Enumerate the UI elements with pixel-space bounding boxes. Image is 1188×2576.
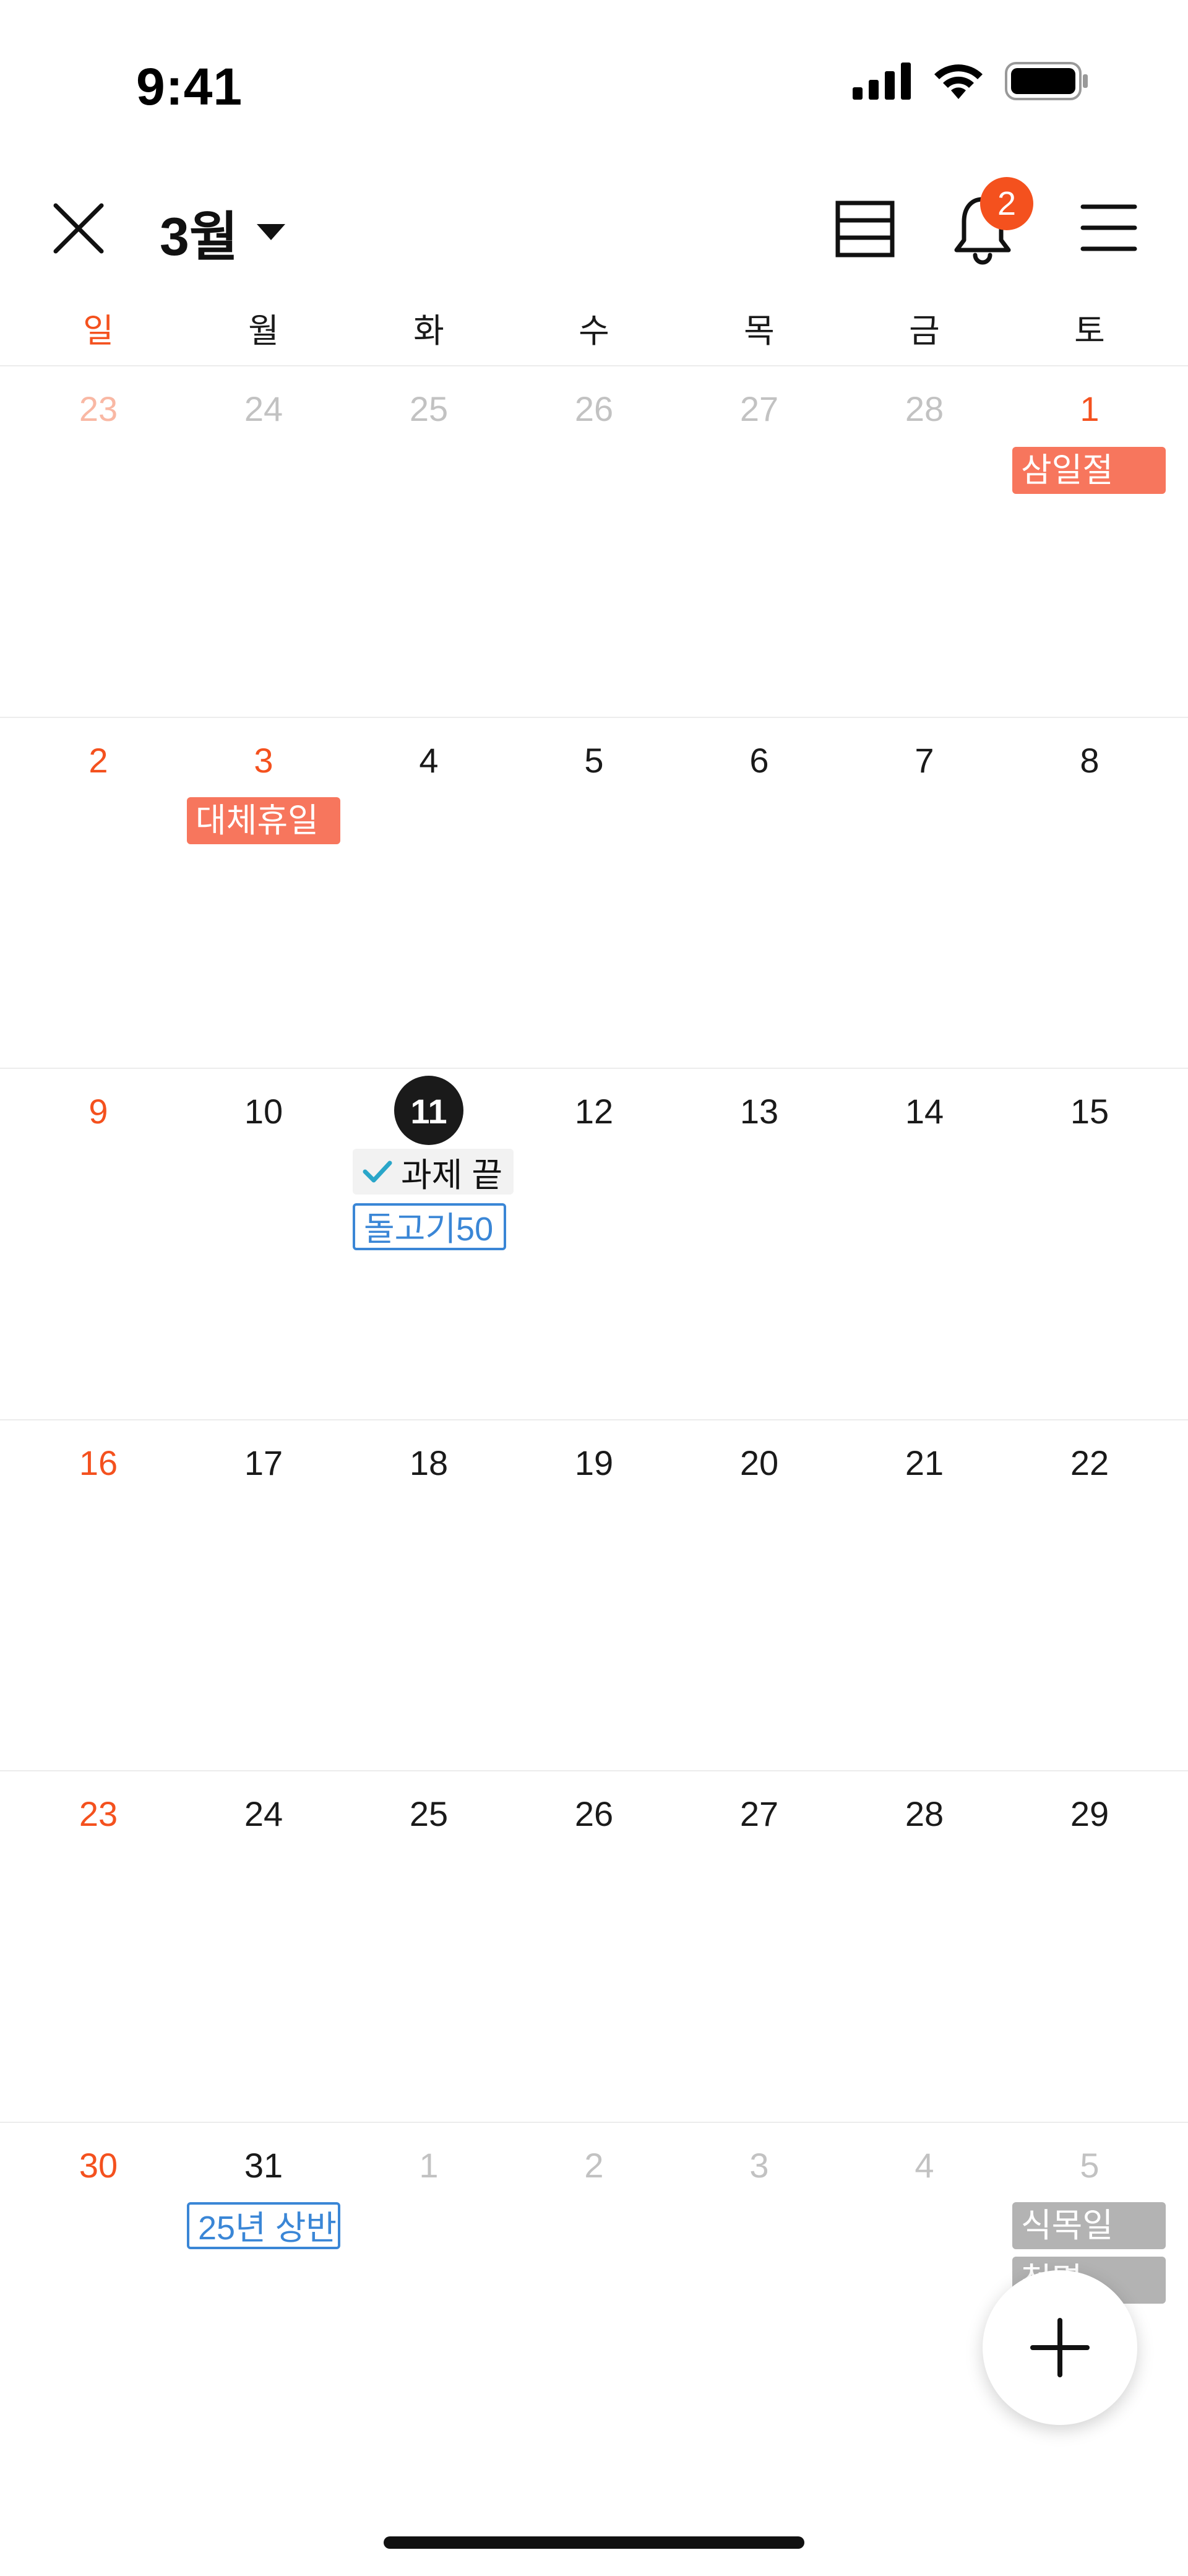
event-tag[interactable]: 25년 상반 bbox=[187, 2202, 340, 2249]
task-label: 과제 끝 bbox=[401, 1156, 503, 1194]
menu-button[interactable] bbox=[1080, 202, 1137, 254]
date-cell[interactable]: 23 bbox=[16, 389, 181, 429]
weekday-fri: 금 bbox=[909, 313, 940, 350]
date-cell[interactable]: 3 bbox=[181, 740, 346, 780]
close-icon bbox=[53, 203, 104, 254]
date-cell[interactable]: 26 bbox=[512, 1794, 676, 1834]
battery-icon bbox=[1005, 62, 1088, 100]
plus-icon bbox=[1030, 2318, 1090, 2377]
list-view-button[interactable] bbox=[835, 199, 895, 259]
date-cell[interactable]: 6 bbox=[677, 740, 842, 780]
date-cell[interactable]: 1 bbox=[346, 2145, 511, 2185]
date-cell[interactable]: 4 bbox=[842, 2145, 1007, 2185]
divider bbox=[0, 365, 1188, 366]
date-cell[interactable]: 28 bbox=[842, 1794, 1007, 1834]
date-cell[interactable]: 2 bbox=[16, 740, 181, 780]
weekday-wed: 수 bbox=[579, 313, 609, 350]
event-tag[interactable]: 대체휴일 bbox=[187, 797, 340, 844]
date-cell[interactable]: 20 bbox=[677, 1443, 842, 1483]
date-cell[interactable]: 9 bbox=[16, 1091, 181, 1131]
date-cell[interactable]: 2 bbox=[512, 2145, 676, 2185]
month-title: 3월 bbox=[160, 207, 238, 267]
notifications-button[interactable]: 2 bbox=[952, 177, 1038, 266]
status-icons bbox=[853, 62, 1089, 100]
date-cell[interactable]: 25 bbox=[346, 389, 511, 429]
date-cell[interactable]: 14 bbox=[842, 1091, 1007, 1131]
date-cell[interactable]: 27 bbox=[677, 1794, 842, 1834]
date-cell[interactable]: 30 bbox=[16, 2145, 181, 2185]
date-cell[interactable]: 16 bbox=[16, 1443, 181, 1483]
date-cell[interactable]: 31 bbox=[181, 2145, 346, 2185]
divider bbox=[0, 1419, 1188, 1420]
signal-icon bbox=[853, 63, 911, 100]
divider bbox=[0, 1068, 1188, 1069]
add-event-button[interactable] bbox=[983, 2270, 1137, 2425]
date-cell[interactable]: 19 bbox=[512, 1443, 676, 1483]
date-cell[interactable]: 22 bbox=[1007, 1443, 1172, 1483]
date-cell[interactable]: 28 bbox=[842, 389, 1007, 429]
date-cell[interactable]: 12 bbox=[512, 1091, 676, 1131]
weekday-thu: 목 bbox=[744, 313, 775, 350]
date-cell[interactable]: 25 bbox=[346, 1794, 511, 1834]
date-cell[interactable]: 18 bbox=[346, 1443, 511, 1483]
weekday-sat: 토 bbox=[1074, 313, 1105, 350]
date-cell[interactable]: 13 bbox=[677, 1091, 842, 1131]
date-cell[interactable]: 10 bbox=[181, 1091, 346, 1131]
date-cell-today[interactable]: 11 bbox=[346, 1091, 511, 1131]
date-cell[interactable]: 27 bbox=[677, 389, 842, 429]
completed-task[interactable]: 과제 끝 bbox=[353, 1149, 514, 1195]
wifi-icon bbox=[934, 64, 983, 99]
date-cell[interactable]: 24 bbox=[181, 1794, 346, 1834]
divider bbox=[0, 2122, 1188, 2123]
weekday-sun: 일 bbox=[83, 313, 114, 350]
date-cell[interactable]: 8 bbox=[1007, 740, 1172, 780]
event-tag[interactable]: 식목일 bbox=[1012, 2202, 1166, 2249]
date-cell[interactable]: 5 bbox=[512, 740, 676, 780]
divider bbox=[0, 717, 1188, 718]
home-indicator bbox=[384, 2536, 804, 2549]
list-view-icon bbox=[835, 201, 895, 257]
date-cell[interactable]: 5 bbox=[1007, 2145, 1172, 2185]
date-cell[interactable]: 17 bbox=[181, 1443, 346, 1483]
date-cell[interactable]: 15 bbox=[1007, 1091, 1172, 1131]
date-cell[interactable]: 26 bbox=[512, 389, 676, 429]
date-cell[interactable]: 1 bbox=[1007, 389, 1172, 429]
month-selector[interactable]: 3월 bbox=[160, 193, 286, 270]
check-icon bbox=[363, 1160, 392, 1183]
hamburger-menu-icon bbox=[1080, 204, 1137, 251]
divider bbox=[0, 1770, 1188, 1771]
event-tag[interactable]: 돌고기50 bbox=[353, 1203, 506, 1250]
date-cell[interactable]: 7 bbox=[842, 740, 1007, 780]
close-button[interactable] bbox=[51, 201, 106, 256]
date-cell[interactable]: 21 bbox=[842, 1443, 1007, 1483]
weekday-mon: 월 bbox=[248, 313, 279, 350]
status-time: 9:41 bbox=[136, 58, 243, 116]
weekday-header: 일 월 화 수 목 금 토 bbox=[0, 303, 1188, 365]
date-cell[interactable]: 23 bbox=[16, 1794, 181, 1834]
date-cell[interactable]: 3 bbox=[677, 2145, 842, 2185]
date-cell[interactable]: 24 bbox=[181, 389, 346, 429]
caret-down-icon bbox=[256, 223, 285, 240]
notification-badge: 2 bbox=[980, 177, 1033, 230]
weekday-tue: 화 bbox=[413, 313, 444, 350]
event-tag[interactable]: 삼일절 bbox=[1012, 447, 1166, 494]
date-cell[interactable]: 4 bbox=[346, 740, 511, 780]
date-cell[interactable]: 29 bbox=[1007, 1794, 1172, 1834]
